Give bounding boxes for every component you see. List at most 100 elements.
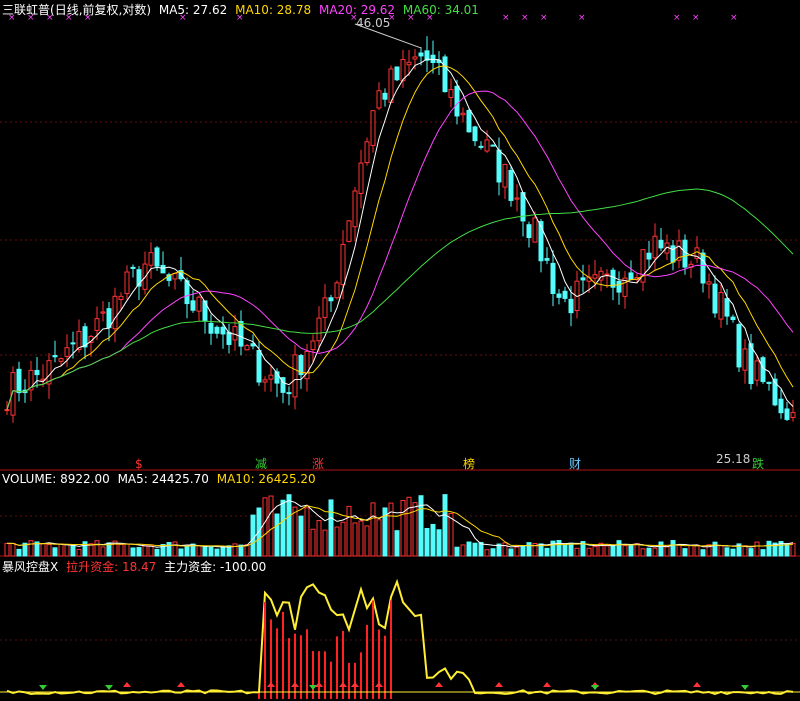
volume-bar [658,541,664,557]
up-arrow-icon [495,682,503,687]
candle-body [100,311,106,314]
candle-body [478,145,484,148]
signal-mark: $ [135,457,143,471]
volume-bar [454,546,460,557]
volume-bar [178,548,184,557]
volume-bar [574,547,580,557]
vol-ma5-label: MA5 [117,472,144,486]
volume-bar [28,540,34,557]
volume-bar [730,548,736,557]
volume-bar [472,542,478,557]
volume-bar [508,548,514,557]
volume-bar [610,544,616,557]
signal-x-mark: × [673,13,681,23]
candle-body [442,56,448,93]
candle-body [706,281,712,285]
up-arrow-icon [693,682,701,687]
volume-bar [118,543,124,557]
volume-bar [136,547,142,557]
volume-bar [130,547,136,557]
volume-bar [352,522,358,557]
candle-body [16,368,22,394]
candle-body [412,56,418,60]
ma10-line [6,65,794,410]
volume-bar [172,541,178,557]
signal-mark: 跌 [752,457,765,471]
ma5-value: 27.62 [192,3,228,17]
candle-body [58,358,64,362]
volume-bar [526,542,532,557]
volume-bar [274,513,280,557]
ma20-value: 29.62 [360,3,396,17]
candle-body [736,324,742,368]
volume-bar [166,542,172,557]
down-arrow-icon [741,685,749,690]
volume-bar [334,526,340,557]
candle-body [514,197,520,200]
candle-body [340,243,346,286]
volume-bar [394,530,400,557]
volume-bar [10,542,16,557]
volume-bar [502,542,508,557]
candle-body [124,271,130,295]
up-arrow-icon [291,682,299,687]
volume-bar [358,520,364,557]
volume-bar [766,540,772,557]
candle-body [292,354,298,398]
candle-body [658,239,664,249]
candle-body [454,85,460,117]
high-price-label: 46.05 [356,16,391,30]
candle-body [568,298,574,314]
candle-body [352,190,358,228]
candle-body [730,316,736,321]
candle-body [430,54,436,63]
volume-bar [364,525,370,557]
volume-bar [388,502,394,557]
candle-body [448,89,454,98]
candle-body [322,297,328,318]
volume-bar [184,546,190,557]
up-arrow-icon [123,682,131,687]
volume-bar [676,544,682,557]
candle-body [472,126,478,142]
down-arrow-icon [309,685,317,690]
candle-body [346,220,352,242]
volume-bar [292,506,298,557]
up-arrow-icon [351,682,359,687]
volume-bar [16,548,22,557]
candle-body [376,90,382,109]
down-arrow-icon [39,685,47,690]
volume-bar [400,500,406,557]
volume-bar [154,548,160,557]
candle-body [328,297,334,302]
candle-body [316,317,322,342]
candle-body [190,300,196,311]
chart-mode: (日线,前复权,对数) [50,3,152,17]
volume-bar [142,545,148,557]
ma60-label: MA60 [402,3,437,17]
indicator-title: 暴风控盘X [2,560,59,574]
volume-bar [298,515,304,557]
candle-body [334,282,340,299]
up-arrow-icon [267,682,275,687]
down-arrow-icon [591,685,599,690]
volume-bar [424,527,430,557]
volume-bar [406,496,412,557]
lift-fund-label: 拉升资金 [66,560,115,574]
candle-body [532,217,538,243]
signal-mark: 涨 [312,457,325,471]
candle-body [64,347,70,357]
volume-bar [232,543,238,557]
volume-bar [214,548,220,557]
ma10-value: 28.78 [276,3,312,17]
volume-bar [436,529,442,557]
volume-bar [238,544,244,557]
volume-bar [460,544,466,557]
volume-bar [748,548,754,557]
volume-bar [568,542,574,557]
volume-bar [268,495,274,557]
candle-body [718,292,724,320]
volume-bar [604,545,610,557]
volume-bar [616,540,622,557]
vol-ma10-value: 26425.20 [258,472,316,486]
